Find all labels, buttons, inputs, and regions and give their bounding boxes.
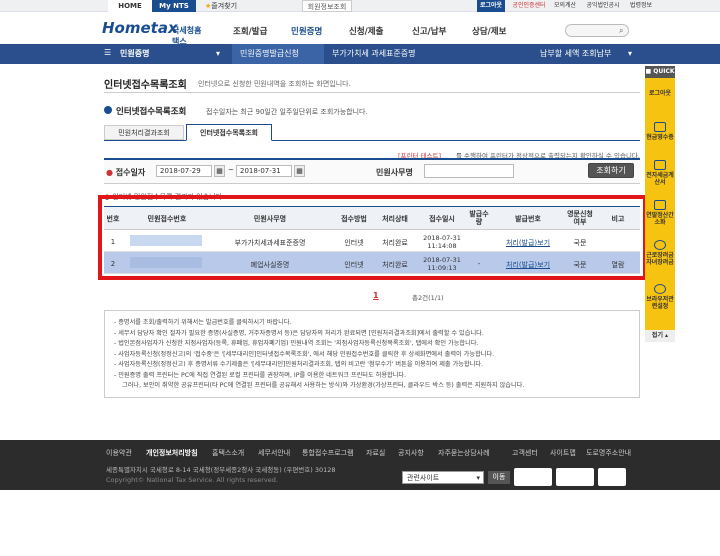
info-line: - 증명서를 조회/출력하기 위해서는 발급번호를 클릭하시기 바랍니다. xyxy=(114,319,292,326)
footer-about[interactable]: 홈택스소개 xyxy=(212,448,244,458)
calculator-icon xyxy=(654,200,666,210)
chevron-down-icon: ▾ xyxy=(215,49,220,58)
tab-line xyxy=(104,140,640,141)
breadcrumb-2[interactable]: 민원증명발급신청 xyxy=(240,44,324,64)
breadcrumb-1[interactable]: 민원증명 ▾ xyxy=(120,44,226,64)
info-line: - 민원증명 출력 프린터는 PC에 직접 연결된 로컬 프린터를 권장하며, … xyxy=(114,371,407,379)
cert-mark-icon xyxy=(598,468,626,486)
receipt-icon xyxy=(654,122,666,132)
quick-cash-receipt[interactable]: 현금영수증 xyxy=(645,122,675,141)
name-input[interactable] xyxy=(424,164,514,178)
sub-title-desc: 접수일자는 최근 90일간 일주일단위로 조회가능합니다. xyxy=(206,108,368,116)
quick-year-end[interactable]: 연말정산간소화 xyxy=(645,200,675,226)
bullet-icon xyxy=(104,106,112,114)
info-line: - 세무서 담당자 확인 절차가 필요한 증명(사실증명, 거주자증명서 등)은… xyxy=(114,329,484,337)
menu-inquiry[interactable]: 조회/발급 xyxy=(233,25,267,37)
footer-program[interactable]: 통합접수프로그램 xyxy=(302,448,354,458)
menu-consult[interactable]: 상담/제보 xyxy=(472,25,506,37)
footer-sitemap[interactable]: 사이트맵 xyxy=(550,448,576,458)
name-label: 민원사무명 xyxy=(376,168,413,177)
go-button[interactable]: 이동 xyxy=(488,471,510,484)
my-nts-tab[interactable]: My NTS xyxy=(152,0,196,12)
info-line: - 사업자등록신청(정정신고)의 '접수중'은 '[세무대리인]인터넷접수목록조… xyxy=(114,350,495,358)
menu-certificate[interactable]: 민원증명 xyxy=(291,25,322,37)
menu-report[interactable]: 신고/납부 xyxy=(412,25,446,37)
quick-collapse[interactable]: 접기 ▴ xyxy=(645,330,675,342)
bookmark-link[interactable]: ★즐겨찾기 xyxy=(198,0,244,12)
nav-right-link[interactable]: 납부할 세액 조회납부 xyxy=(540,44,640,64)
date-to-input[interactable]: 2018-07-31 xyxy=(236,165,292,177)
search-icon[interactable]: ⌕ xyxy=(619,26,623,36)
quick-title: ■ QUICK xyxy=(645,66,675,78)
gear-icon xyxy=(654,284,666,294)
footer-gap xyxy=(0,490,720,492)
chevron-down-icon: ▾ xyxy=(476,474,480,482)
chevron-down-icon[interactable]: ▾ xyxy=(628,44,638,64)
logout-button[interactable]: 로그아웃 xyxy=(477,0,505,12)
cert-center-link[interactable]: 공인인증센터 xyxy=(508,0,550,12)
info-line: 그러나, 보안이 취약한 공유프린터(타 PC에 연결된 프린터를 공유해서 사… xyxy=(122,382,525,389)
footer-terms[interactable]: 이용약관 xyxy=(106,448,132,458)
search-button[interactable]: 조회하기 xyxy=(588,163,634,178)
page-total: 총2건(1/1) xyxy=(412,294,444,302)
home-tab[interactable]: HOME xyxy=(108,0,152,12)
date-from-input[interactable]: 2018-07-29 xyxy=(156,165,212,177)
footer-support[interactable]: 고객센터 xyxy=(512,448,538,458)
info-line: - 사업자등록신청(정정신고) 후 증명서류 수기제출은 '[세무대리인]민원처… xyxy=(114,361,483,368)
quick-e-invoice[interactable]: 전자세금계산서 xyxy=(645,160,675,186)
law-info-link[interactable]: 법령정보 xyxy=(626,0,656,12)
footer-faq[interactable]: 자주묻는상담사례 xyxy=(438,448,490,458)
title-divider xyxy=(104,92,640,93)
hometax-logo[interactable]: Hometax 국세청홈택스 xyxy=(102,17,202,46)
public-corp-link[interactable]: 공익법인공시 xyxy=(582,0,624,12)
footer-address-text: 세종특별자치시 국세청로 8-14 국세청(정부세종2청사 국세청동) (우편번… xyxy=(106,466,336,474)
tab-internet-list[interactable]: 인터넷접수목록조회 xyxy=(186,124,272,141)
cert-mark-icon xyxy=(556,468,594,486)
menu-apply[interactable]: 신청/제출 xyxy=(349,25,383,37)
footer-office[interactable]: 세무서안내 xyxy=(258,448,290,458)
highlight-box xyxy=(98,195,647,280)
date-label: ● 접수일자 xyxy=(106,168,146,177)
sub-title: 인터넷접수목록조회 xyxy=(116,107,187,117)
mock-calc-link[interactable]: 모의계산 xyxy=(550,0,580,12)
calendar-icon[interactable]: ▦ xyxy=(214,165,225,177)
date-sep: ~ xyxy=(228,166,234,174)
menu-icon[interactable]: ☰ xyxy=(104,48,114,60)
invoice-icon xyxy=(654,160,666,170)
footer-copyright: Copyright© National Tax Service. All rig… xyxy=(106,476,278,484)
page-number[interactable]: 1 xyxy=(373,291,379,300)
quick-browser[interactable]: 브라우저관련설정 xyxy=(645,284,675,310)
member-info-link[interactable]: 회원정보조회 xyxy=(302,0,352,12)
page-title-desc: 인터넷으로 신청한 민원내역을 조회하는 화면입니다. xyxy=(198,80,351,88)
breadcrumb-3[interactable]: 부가가치세 과세표준증명 xyxy=(332,44,444,64)
footer-notice[interactable]: 공지사항 xyxy=(398,448,424,458)
info-list: - 증명서를 조회/출력하기 위해서는 발급번호를 클릭하시기 바랍니다. - … xyxy=(114,318,638,392)
footer-address[interactable]: 도로명주소안내 xyxy=(586,448,631,458)
tab-result[interactable]: 민원처리결과조회 xyxy=(104,125,184,140)
cert-mark-icon xyxy=(514,468,552,486)
info-line: - 법인본점사업자가 신청한 지점사업자(등록, 휴폐업, 휴업자폐기업) 민원… xyxy=(114,340,479,347)
quick-logout-label: 로그아웃 xyxy=(648,90,672,97)
footer-archive[interactable]: 자료실 xyxy=(366,448,385,458)
page-title: 인터넷접수목록조회 xyxy=(104,80,187,91)
related-site-select[interactable]: 관련사이트 ▾ xyxy=(402,471,484,484)
quick-incentive[interactable]: 근로장려금자녀장려금 xyxy=(645,240,675,266)
calendar-icon[interactable]: ▦ xyxy=(294,165,305,177)
heart-icon xyxy=(654,240,666,250)
logo-main: Hometax xyxy=(102,19,178,37)
quick-logout[interactable]: 로그아웃 xyxy=(645,90,675,97)
footer-privacy[interactable]: 개인정보처리방침 xyxy=(146,448,198,458)
